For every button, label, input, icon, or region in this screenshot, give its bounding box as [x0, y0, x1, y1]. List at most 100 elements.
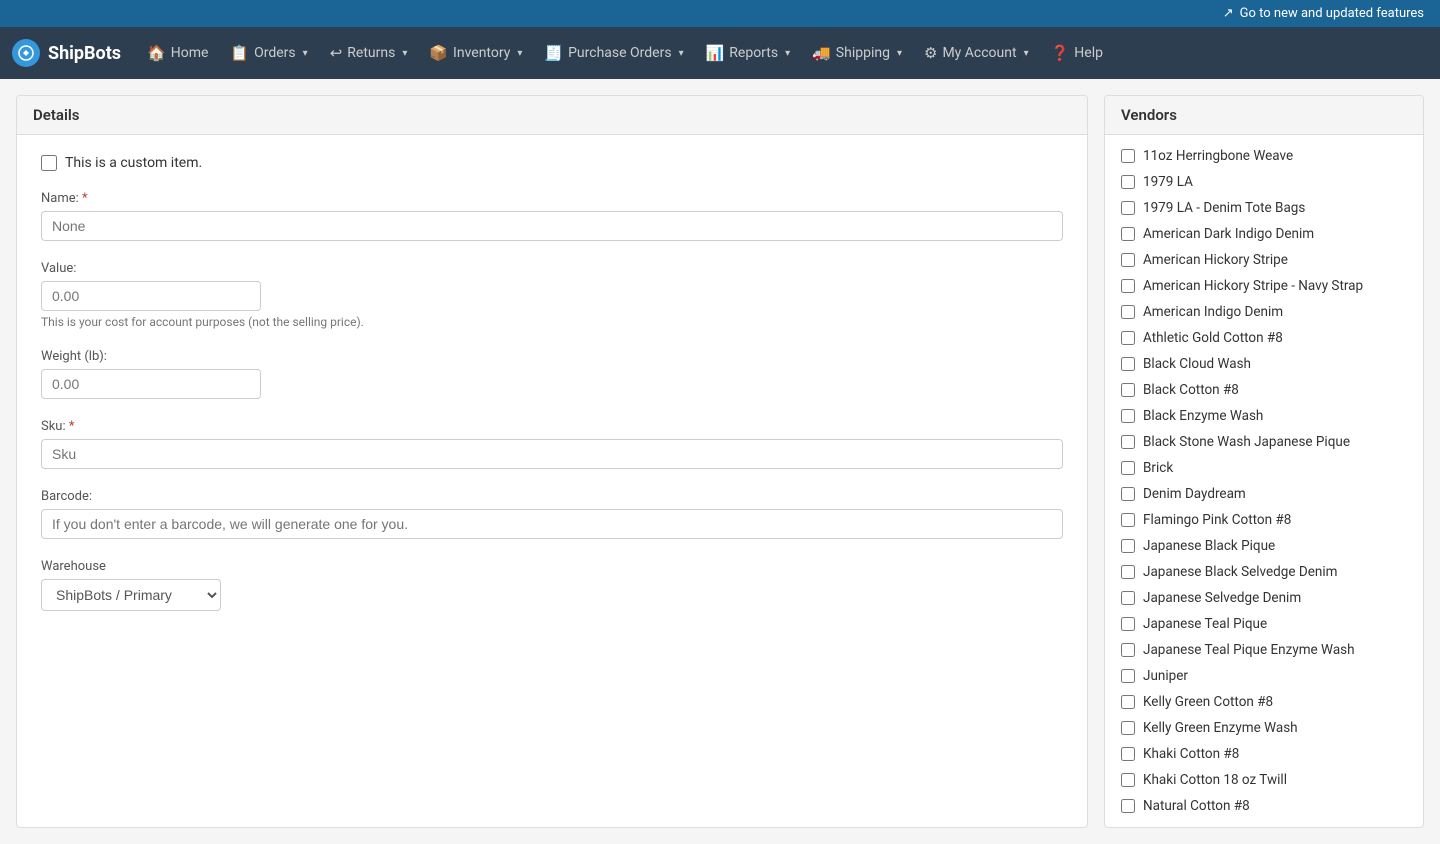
vendor-list-item[interactable]: Khaki Cotton 18 oz Twill: [1105, 767, 1423, 793]
vendor-checkbox-v11[interactable]: [1121, 409, 1135, 423]
vendor-checkbox-v6[interactable]: [1121, 279, 1135, 293]
vendor-checkbox-v7[interactable]: [1121, 305, 1135, 319]
vendor-checkbox-v20[interactable]: [1121, 643, 1135, 657]
sku-input[interactable]: [41, 439, 1063, 469]
vendor-checkbox-v2[interactable]: [1121, 175, 1135, 189]
nav-item-inventory[interactable]: 📦 Inventory ▾: [419, 38, 532, 68]
vendor-label-v3[interactable]: 1979 LA - Denim Tote Bags: [1143, 200, 1305, 216]
vendor-list-item[interactable]: American Hickory Stripe - Navy Strap: [1105, 273, 1423, 299]
vendor-label-v4[interactable]: American Dark Indigo Denim: [1143, 226, 1314, 242]
vendor-label-v5[interactable]: American Hickory Stripe: [1143, 252, 1288, 268]
vendor-list-item[interactable]: 1979 LA - Denim Tote Bags: [1105, 195, 1423, 221]
vendor-checkbox-v16[interactable]: [1121, 539, 1135, 553]
vendor-label-v12[interactable]: Black Stone Wash Japanese Pique: [1143, 434, 1350, 450]
vendor-checkbox-v10[interactable]: [1121, 383, 1135, 397]
vendor-label-v15[interactable]: Flamingo Pink Cotton #8: [1143, 512, 1291, 528]
brand-logo[interactable]: ShipBots: [12, 39, 121, 67]
name-input[interactable]: [41, 211, 1063, 241]
vendor-label-v9[interactable]: Black Cloud Wash: [1143, 356, 1251, 372]
nav-item-returns[interactable]: ↩ Returns ▾: [320, 38, 418, 68]
vendor-checkbox-v13[interactable]: [1121, 461, 1135, 475]
vendor-list-item[interactable]: Japanese Black Selvedge Denim: [1105, 559, 1423, 585]
vendor-label-v19[interactable]: Japanese Teal Pique: [1143, 616, 1267, 632]
vendor-checkbox-v26[interactable]: [1121, 799, 1135, 813]
nav-item-reports[interactable]: 📊 Reports ▾: [696, 38, 801, 68]
vendor-label-v10[interactable]: Black Cotton #8: [1143, 382, 1239, 398]
vendor-label-v25[interactable]: Khaki Cotton 18 oz Twill: [1143, 772, 1287, 788]
vendor-checkbox-v17[interactable]: [1121, 565, 1135, 579]
vendor-list-item[interactable]: Juniper: [1105, 663, 1423, 689]
vendor-label-v8[interactable]: Athletic Gold Cotton #8: [1143, 330, 1283, 346]
nav-item-my-account[interactable]: ⚙ My Account ▾: [914, 38, 1039, 68]
vendor-checkbox-v24[interactable]: [1121, 747, 1135, 761]
weight-field-group: Weight (lb):: [41, 349, 1063, 399]
vendor-checkbox-v19[interactable]: [1121, 617, 1135, 631]
vendor-checkbox-v12[interactable]: [1121, 435, 1135, 449]
vendor-label-v2[interactable]: 1979 LA: [1143, 174, 1193, 190]
vendor-label-v14[interactable]: Denim Daydream: [1143, 486, 1246, 502]
vendor-list-item[interactable]: Japanese Black Pique: [1105, 533, 1423, 559]
value-input[interactable]: [41, 281, 261, 311]
custom-item-checkbox[interactable]: [41, 155, 57, 171]
nav-item-purchase-orders[interactable]: 🧾 Purchase Orders ▾: [534, 38, 693, 68]
vendor-checkbox-v21[interactable]: [1121, 669, 1135, 683]
vendor-list-item[interactable]: Khaki Cotton #8: [1105, 741, 1423, 767]
vendor-checkbox-v3[interactable]: [1121, 201, 1135, 215]
vendor-label-v17[interactable]: Japanese Black Selvedge Denim: [1143, 564, 1337, 580]
vendor-list-item[interactable]: Black Stone Wash Japanese Pique: [1105, 429, 1423, 455]
weight-input[interactable]: [41, 369, 261, 399]
vendor-checkbox-v14[interactable]: [1121, 487, 1135, 501]
vendor-checkbox-v18[interactable]: [1121, 591, 1135, 605]
vendor-list-item[interactable]: Black Enzyme Wash: [1105, 403, 1423, 429]
vendor-checkbox-v5[interactable]: [1121, 253, 1135, 267]
value-hint: This is your cost for account purposes (…: [41, 315, 1063, 329]
vendor-list-item[interactable]: Flamingo Pink Cotton #8: [1105, 507, 1423, 533]
details-panel: Details This is a custom item. Name: * V…: [16, 95, 1088, 828]
vendor-label-v22[interactable]: Kelly Green Cotton #8: [1143, 694, 1273, 710]
vendor-checkbox-v15[interactable]: [1121, 513, 1135, 527]
vendor-label-v7[interactable]: American Indigo Denim: [1143, 304, 1283, 320]
nav-item-orders[interactable]: 📋 Orders ▾: [220, 38, 317, 68]
vendor-checkbox-v4[interactable]: [1121, 227, 1135, 241]
vendor-label-v20[interactable]: Japanese Teal Pique Enzyme Wash: [1143, 642, 1355, 658]
vendor-label-v18[interactable]: Japanese Selvedge Denim: [1143, 590, 1301, 606]
warehouse-select[interactable]: ShipBots / Primary: [41, 579, 221, 611]
vendor-list-item[interactable]: Kelly Green Enzyme Wash: [1105, 715, 1423, 741]
new-features-link[interactable]: Go to new and updated features: [1240, 6, 1424, 21]
vendor-list-item[interactable]: Athletic Gold Cotton #8: [1105, 325, 1423, 351]
vendor-list-item[interactable]: Black Cotton #8: [1105, 377, 1423, 403]
vendor-list-item[interactable]: Brick: [1105, 455, 1423, 481]
nav-item-home[interactable]: 🏠 Home: [137, 38, 218, 68]
vendor-checkbox-v22[interactable]: [1121, 695, 1135, 709]
custom-item-label[interactable]: This is a custom item.: [65, 155, 202, 171]
vendor-list-item[interactable]: American Hickory Stripe: [1105, 247, 1423, 273]
barcode-input[interactable]: [41, 509, 1063, 539]
vendor-label-v24[interactable]: Khaki Cotton #8: [1143, 746, 1239, 762]
vendor-label-v26[interactable]: Natural Cotton #8: [1143, 798, 1250, 814]
vendor-label-v21[interactable]: Juniper: [1143, 668, 1188, 684]
vendor-label-v1[interactable]: 11oz Herringbone Weave: [1143, 148, 1293, 164]
vendor-list-item[interactable]: Black Cloud Wash: [1105, 351, 1423, 377]
vendor-list-item[interactable]: Denim Daydream: [1105, 481, 1423, 507]
vendor-label-v16[interactable]: Japanese Black Pique: [1143, 538, 1275, 554]
vendor-label-v11[interactable]: Black Enzyme Wash: [1143, 408, 1263, 424]
vendor-label-v23[interactable]: Kelly Green Enzyme Wash: [1143, 720, 1298, 736]
vendor-list-item[interactable]: 11oz Herringbone Weave: [1105, 143, 1423, 169]
vendor-list-item[interactable]: American Dark Indigo Denim: [1105, 221, 1423, 247]
vendor-checkbox-v25[interactable]: [1121, 773, 1135, 787]
vendor-checkbox-v9[interactable]: [1121, 357, 1135, 371]
vendor-list-item[interactable]: Japanese Selvedge Denim: [1105, 585, 1423, 611]
vendor-checkbox-v1[interactable]: [1121, 149, 1135, 163]
vendor-list-item[interactable]: 1979 LA: [1105, 169, 1423, 195]
vendor-label-v13[interactable]: Brick: [1143, 460, 1173, 476]
nav-item-help[interactable]: ❓ Help: [1041, 38, 1113, 68]
vendor-label-v6[interactable]: American Hickory Stripe - Navy Strap: [1143, 278, 1363, 294]
vendor-list-item[interactable]: Kelly Green Cotton #8: [1105, 689, 1423, 715]
vendor-checkbox-v23[interactable]: [1121, 721, 1135, 735]
vendor-list-item[interactable]: Japanese Teal Pique Enzyme Wash: [1105, 637, 1423, 663]
vendor-checkbox-v8[interactable]: [1121, 331, 1135, 345]
vendor-list-item[interactable]: Japanese Teal Pique: [1105, 611, 1423, 637]
nav-item-shipping[interactable]: 🚚 Shipping ▾: [802, 38, 912, 68]
vendor-list-item[interactable]: American Indigo Denim: [1105, 299, 1423, 325]
vendor-list-item[interactable]: Natural Cotton #8: [1105, 793, 1423, 819]
